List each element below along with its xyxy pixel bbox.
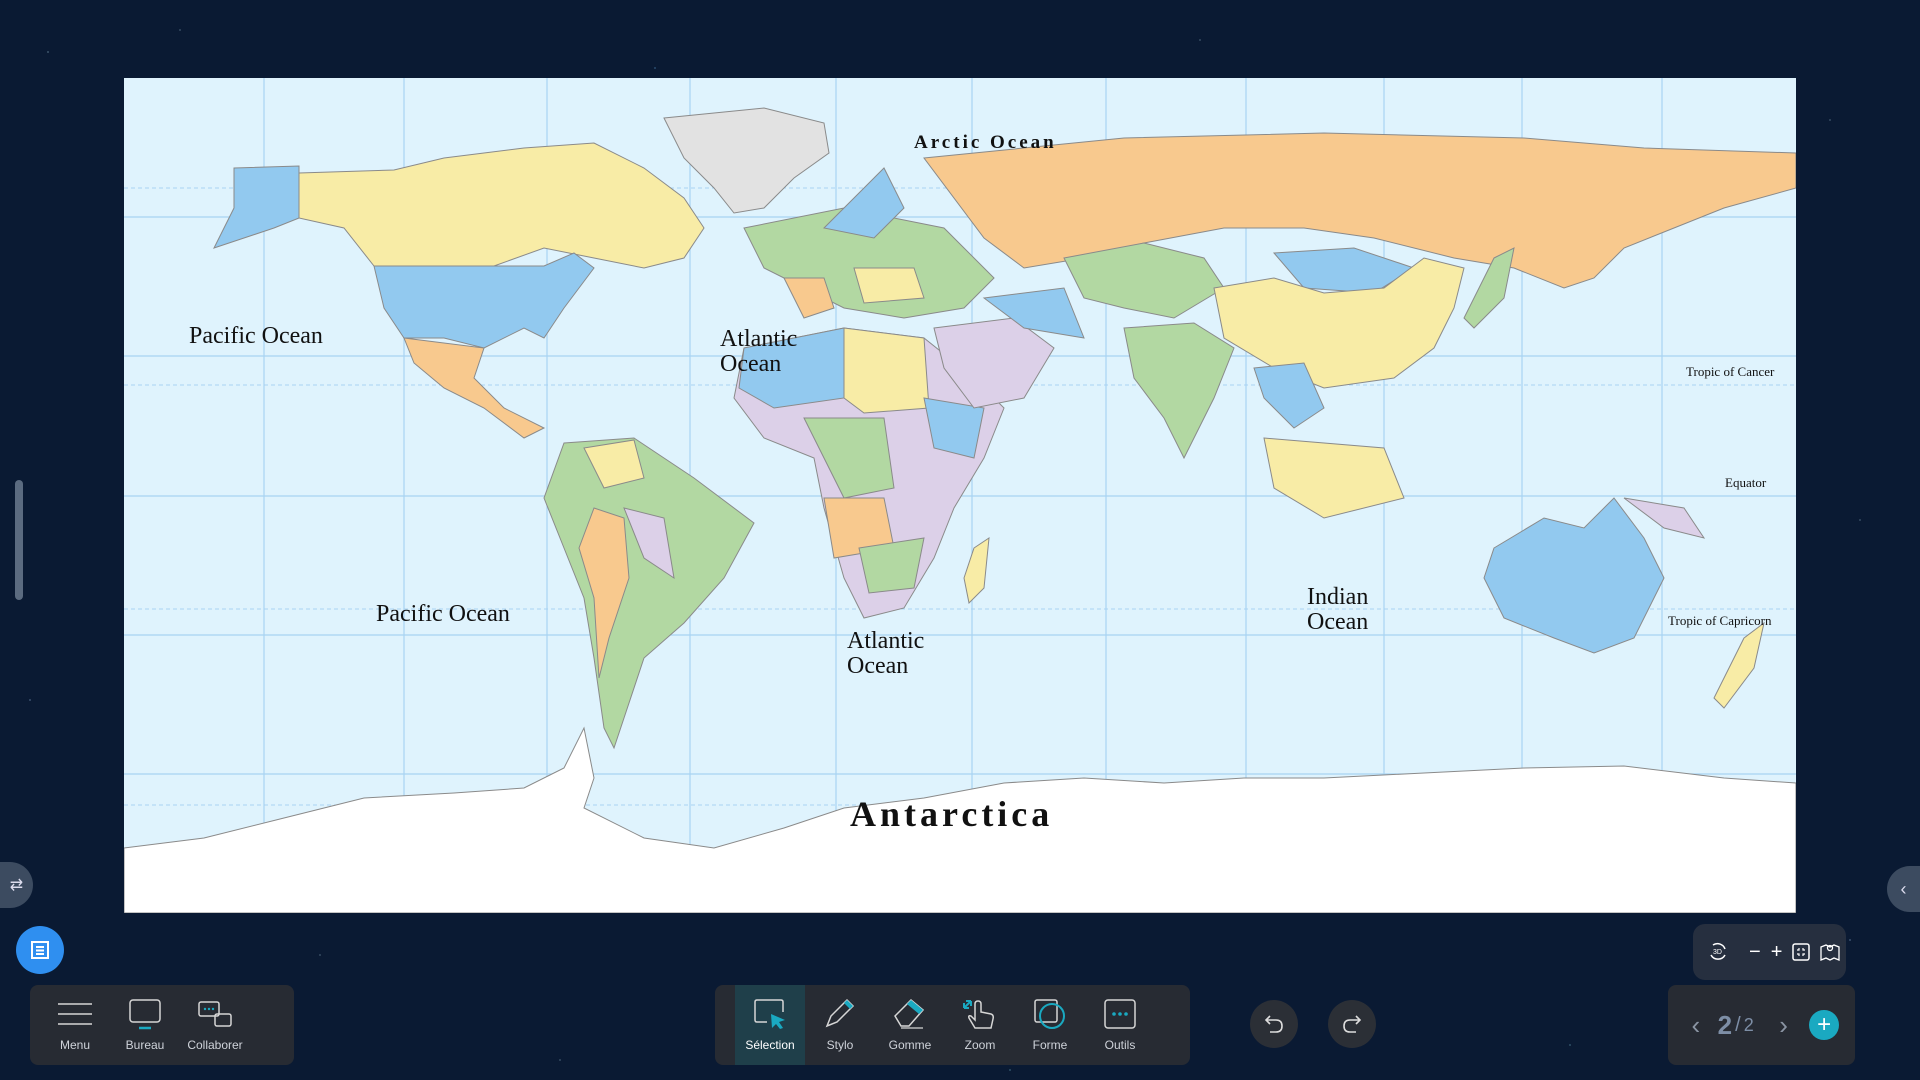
next-page-button[interactable]: › bbox=[1772, 1010, 1796, 1041]
south-america bbox=[543, 437, 755, 750]
alaska bbox=[213, 165, 300, 249]
swap-side-tab[interactable]: ⇄ bbox=[0, 862, 33, 908]
svg-text:3D: 3D bbox=[1713, 949, 1722, 956]
collaborer-button[interactable]: Collaborer bbox=[180, 985, 250, 1065]
previous-page-button[interactable]: ‹ bbox=[1684, 1010, 1708, 1041]
plus-icon: + bbox=[1770, 940, 1783, 963]
usa bbox=[373, 252, 595, 349]
label-equator: Equator bbox=[1725, 475, 1767, 490]
madagascar bbox=[963, 536, 990, 605]
world-map-canvas[interactable]: Arctic Ocean Pacific Ocean Atlantic Ocea… bbox=[124, 78, 1796, 913]
undo-button[interactable] bbox=[1250, 1000, 1298, 1048]
menu-icon bbox=[58, 1003, 92, 1025]
view-controls: 3D − + bbox=[1693, 924, 1846, 980]
left-toolbar: Menu Bureau Collaborer bbox=[30, 985, 294, 1065]
pen-label: Stylo bbox=[826, 1038, 854, 1052]
fit-screen-icon bbox=[1792, 943, 1811, 961]
map-pin-icon bbox=[1820, 944, 1841, 961]
redo-icon bbox=[1343, 1015, 1362, 1033]
label-pacific-south: Pacific Ocean bbox=[376, 601, 510, 627]
tools-button[interactable]: Outils bbox=[1085, 985, 1155, 1065]
page-navigator: ‹ 2 / 2 › + bbox=[1668, 985, 1855, 1065]
bureau-button[interactable]: Bureau bbox=[110, 985, 180, 1065]
kazakhstan bbox=[1063, 242, 1225, 319]
collaborer-label: Collaborer bbox=[187, 1038, 243, 1052]
label-atlantic-north-1: Atlantic bbox=[720, 326, 797, 352]
menu-label: Menu bbox=[59, 1038, 91, 1052]
chat-icon bbox=[198, 1001, 232, 1027]
tools-label: Outils bbox=[1104, 1038, 1136, 1052]
bureau-label: Bureau bbox=[125, 1038, 165, 1052]
document-button[interactable] bbox=[16, 926, 64, 974]
label-tropic-capricorn: Tropic of Capricorn bbox=[1668, 613, 1772, 628]
rotate-3d-icon: 3D bbox=[1710, 942, 1726, 960]
new-zealand bbox=[1713, 621, 1765, 709]
label-atlantic-south-2: Ocean bbox=[847, 653, 908, 679]
shape-tool[interactable]: Forme bbox=[1015, 985, 1085, 1065]
swap-arrows-icon: ⇄ bbox=[9, 877, 24, 894]
label-pacific-north: Pacific Ocean bbox=[189, 323, 323, 349]
eraser-label: Gomme bbox=[888, 1038, 932, 1052]
shape-label: Forme bbox=[1032, 1038, 1068, 1052]
selection-label: Sélection bbox=[745, 1038, 795, 1052]
desktop-icon bbox=[129, 999, 161, 1030]
chevron-left-icon: ‹ bbox=[1900, 878, 1907, 899]
zoom-label: Zoom bbox=[964, 1038, 996, 1052]
label-arctic-ocean: Arctic Ocean bbox=[914, 132, 1057, 153]
mexico bbox=[403, 337, 546, 439]
shape-icon bbox=[1034, 999, 1065, 1029]
fit-screen-button[interactable] bbox=[1792, 940, 1811, 964]
total-pages: 2 bbox=[1743, 1014, 1754, 1035]
label-tropic-cancer: Tropic of Cancer bbox=[1686, 364, 1775, 379]
label-atlantic-north-2: Ocean bbox=[720, 351, 781, 377]
greenland bbox=[663, 107, 830, 214]
zoom-hand-icon bbox=[963, 1000, 994, 1029]
eraser-icon bbox=[894, 998, 925, 1029]
more-tools-icon bbox=[1104, 999, 1136, 1029]
pen-icon bbox=[825, 998, 855, 1028]
undo-icon bbox=[1264, 1015, 1283, 1033]
india bbox=[1123, 322, 1235, 460]
zoom-tool[interactable]: Zoom bbox=[945, 985, 1015, 1065]
zoom-out-button[interactable]: − bbox=[1749, 940, 1761, 964]
main-toolbar: Sélection Stylo Gomme Zoom Forme Outils bbox=[715, 985, 1190, 1065]
vertical-scrollbar[interactable] bbox=[15, 480, 23, 600]
document-icon bbox=[31, 941, 49, 959]
label-atlantic-south-1: Atlantic bbox=[847, 628, 924, 654]
label-antarctica: Antarctica bbox=[850, 794, 1053, 834]
australia bbox=[1483, 497, 1665, 654]
selection-tool[interactable]: Sélection bbox=[735, 985, 805, 1065]
zoom-in-button[interactable]: + bbox=[1771, 940, 1783, 964]
eraser-tool[interactable]: Gomme bbox=[875, 985, 945, 1065]
add-page-button[interactable]: + bbox=[1809, 1010, 1839, 1040]
rotate-3d-button[interactable]: 3D bbox=[1707, 940, 1729, 964]
label-indian-2: Ocean bbox=[1307, 609, 1368, 635]
minus-icon: − bbox=[1749, 940, 1761, 963]
menu-button[interactable]: Menu bbox=[40, 985, 110, 1065]
pen-tool[interactable]: Stylo bbox=[805, 985, 875, 1065]
collapse-right-tab[interactable]: ‹ bbox=[1887, 866, 1920, 912]
label-indian-1: Indian bbox=[1307, 584, 1368, 610]
current-page: 2 bbox=[1717, 1009, 1733, 1040]
page-separator: / bbox=[1735, 1013, 1741, 1036]
map-location-button[interactable] bbox=[1820, 940, 1841, 964]
selection-icon bbox=[754, 999, 785, 1029]
canada bbox=[298, 142, 705, 269]
redo-button[interactable] bbox=[1328, 1000, 1376, 1048]
world-map: Arctic Ocean Pacific Ocean Atlantic Ocea… bbox=[124, 78, 1796, 913]
